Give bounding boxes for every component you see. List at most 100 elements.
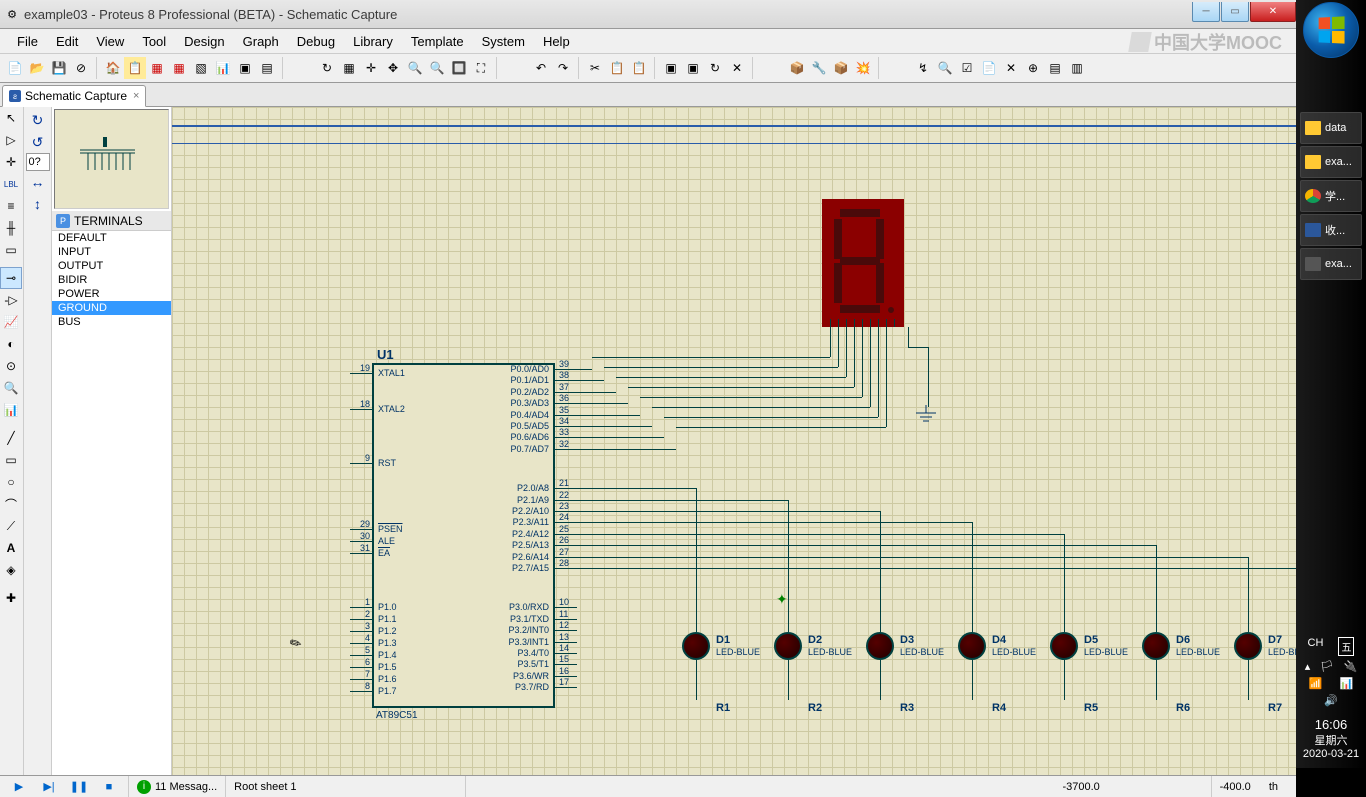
component-mode[interactable]: ▷ [0, 129, 22, 151]
volume-icon[interactable]: 🔊 [1324, 694, 1338, 707]
textbox-mode[interactable]: A [0, 537, 22, 559]
maximize-button[interactable]: ▭ [1221, 2, 1249, 22]
network-icon[interactable]: 🔌 [1343, 660, 1357, 673]
graph-mode[interactable]: 📈 [0, 311, 22, 333]
sim-play-button[interactable]: ▶ [8, 778, 30, 796]
tape-mode[interactable]: ◐ [0, 333, 22, 355]
tab-schematic[interactable]: ƨ Schematic Capture × [2, 85, 146, 107]
schematic-canvas[interactable]: U1 AT89C51 19 XTAL118 XTAL29 RST29 PSEN3… [172, 107, 1296, 775]
zoom-sheet-button[interactable]: ⊕ [1022, 57, 1044, 79]
ime-mode[interactable]: 五 [1338, 637, 1354, 656]
led-d3[interactable] [866, 632, 894, 660]
close-button[interactable]: ✕ [1250, 2, 1296, 22]
block-move-button[interactable]: ▣ [682, 57, 704, 79]
virtual-inst-mode[interactable]: 📊 [0, 399, 22, 421]
system-tray[interactable]: CH 五 ▴🏳🔌 📶📊 🔊 [1296, 631, 1366, 713]
pcb-button[interactable]: ▦ [146, 57, 168, 79]
rotate-cw-button[interactable]: ↻ [27, 109, 49, 131]
home-button[interactable]: 🏠 [102, 57, 124, 79]
menu-library[interactable]: Library [344, 31, 402, 52]
terminal-item-input[interactable]: INPUT [52, 245, 171, 259]
terminal-item-power[interactable]: POWER [52, 287, 171, 301]
taskbar-item-exa...[interactable]: exa... [1300, 248, 1362, 280]
delete-sheet-button[interactable]: ✕ [1000, 57, 1022, 79]
terminal-item-output[interactable]: OUTPUT [52, 259, 171, 273]
menu-view[interactable]: View [87, 31, 133, 52]
tab-close-button[interactable]: × [133, 90, 139, 102]
zoom-in-button[interactable]: 🔍 [404, 57, 426, 79]
block-delete-button[interactable]: ✕ [726, 57, 748, 79]
netlist-button[interactable]: ▥ [1066, 57, 1088, 79]
make-button[interactable]: 🔧 [808, 57, 830, 79]
sim-stop-button[interactable]: ■ [98, 778, 120, 796]
path-mode[interactable]: ⟋ [0, 515, 22, 537]
schematic-button[interactable]: 📋 [124, 57, 146, 79]
menu-system[interactable]: System [473, 31, 534, 52]
undo-button[interactable]: ↶ [530, 57, 552, 79]
ime-lang[interactable]: CH [1308, 637, 1324, 656]
preview-box[interactable] [54, 109, 169, 209]
sim-step-button[interactable]: ▶| [38, 778, 60, 796]
text-mode[interactable]: ≡ [0, 195, 22, 217]
open-button[interactable]: 📂 [26, 57, 48, 79]
symbol-mode[interactable]: ◈ [0, 559, 22, 581]
box-mode[interactable]: ▭ [0, 449, 22, 471]
gerber-button[interactable]: ▧ [190, 57, 212, 79]
menu-tool[interactable]: Tool [133, 31, 175, 52]
canvas-scroll[interactable]: U1 AT89C51 19 XTAL118 XTAL29 RST29 PSEN3… [172, 107, 1296, 775]
new-sheet-button[interactable]: 📄 [978, 57, 1000, 79]
graph-icon[interactable]: 📊 [1340, 677, 1354, 690]
terminal-item-bus[interactable]: BUS [52, 315, 171, 329]
zoom-out-button[interactable]: 🔍 [426, 57, 448, 79]
grid-button[interactable]: ▦ [338, 57, 360, 79]
subcircuit-mode[interactable]: ▭ [0, 239, 22, 261]
rotate-ccw-button[interactable]: ↺ [27, 131, 49, 153]
block-rotate-button[interactable]: ↻ [704, 57, 726, 79]
save-button[interactable]: 💾 [48, 57, 70, 79]
rotation-input[interactable] [26, 153, 50, 171]
menu-file[interactable]: File [8, 31, 47, 52]
signal-icon[interactable]: 📶 [1309, 677, 1323, 690]
arc-mode[interactable]: ⌒ [0, 493, 22, 515]
selection-mode[interactable]: ↖ [0, 107, 22, 129]
property-button[interactable]: ☑ [956, 57, 978, 79]
pick-button[interactable]: 📦 [786, 57, 808, 79]
led-d6[interactable] [1142, 632, 1170, 660]
marker-mode[interactable]: ✚ [0, 587, 22, 609]
terminals-mode[interactable]: ⊸ [0, 267, 22, 289]
seven-seg-display[interactable] [822, 199, 904, 327]
bus-mode[interactable]: ╫ [0, 217, 22, 239]
cut-button[interactable]: ✂ [584, 57, 606, 79]
terminals-list[interactable]: DEFAULTINPUTOUTPUTBIDIRPOWERGROUNDBUS [52, 231, 171, 775]
close-button[interactable]: ⊘ [70, 57, 92, 79]
refresh-button[interactable]: ↻ [316, 57, 338, 79]
bom-sheet-button[interactable]: ▤ [1044, 57, 1066, 79]
zoom-area-button[interactable]: ⛶ [470, 57, 492, 79]
sim-pause-button[interactable]: ❚❚ [68, 778, 90, 796]
menu-debug[interactable]: Debug [288, 31, 344, 52]
junction-mode[interactable]: ✛ [0, 151, 22, 173]
designexp-button[interactable]: 📊 [212, 57, 234, 79]
origin-button[interactable]: ✛ [360, 57, 382, 79]
zoom-all-button[interactable]: 🔲 [448, 57, 470, 79]
wirelabel-mode[interactable]: LBL [0, 173, 22, 195]
led-d5[interactable] [1050, 632, 1078, 660]
led-d4[interactable] [958, 632, 986, 660]
mirror-v-button[interactable]: ↕ [27, 193, 49, 215]
menu-template[interactable]: Template [402, 31, 473, 52]
terminal-item-bidir[interactable]: BIDIR [52, 273, 171, 287]
block-copy-button[interactable]: ▣ [660, 57, 682, 79]
led-d1[interactable] [682, 632, 710, 660]
led-d2[interactable] [774, 632, 802, 660]
terminal-item-ground[interactable]: GROUND [52, 301, 171, 315]
device-pins-mode[interactable]: -▷ [0, 289, 22, 311]
taskbar-item-exa...[interactable]: exa... [1300, 146, 1362, 178]
decompose-button[interactable]: 💥 [852, 57, 874, 79]
menu-help[interactable]: Help [534, 31, 579, 52]
3d-button[interactable]: ▦ [168, 57, 190, 79]
led-d7[interactable] [1234, 632, 1262, 660]
message-count[interactable]: 11 Messag... [155, 781, 217, 793]
minimize-button[interactable]: ─ [1192, 2, 1220, 22]
ground-terminal[interactable] [914, 405, 938, 425]
terminal-item-default[interactable]: DEFAULT [52, 231, 171, 245]
